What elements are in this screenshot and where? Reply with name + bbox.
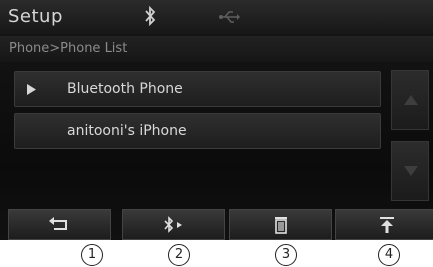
scroll-up-icon bbox=[404, 95, 418, 105]
scroll-down-button[interactable] bbox=[391, 141, 429, 201]
top-status-bar: Setup bbox=[0, 0, 433, 34]
bottom-button-bar bbox=[0, 209, 433, 240]
breadcrumb: Phone>Phone List bbox=[0, 36, 433, 62]
scroll-up-button[interactable] bbox=[391, 70, 429, 130]
list-item-label: Bluetooth Phone bbox=[67, 81, 183, 97]
scroll-down-icon bbox=[404, 166, 418, 176]
breadcrumb-text: Phone>Phone List bbox=[9, 41, 128, 56]
usb-icon bbox=[219, 11, 240, 23]
list-item-bluetooth-phone[interactable]: Bluetooth Phone bbox=[14, 71, 381, 107]
infotainment-screen: Setup Phone>Phone List Bluetooth Phone a… bbox=[0, 0, 433, 240]
back-button[interactable] bbox=[8, 209, 111, 240]
priority-button[interactable] bbox=[335, 209, 433, 240]
back-icon bbox=[49, 217, 67, 230]
bluetooth-connect-button[interactable] bbox=[122, 209, 225, 240]
callout-3: 3 bbox=[275, 244, 297, 266]
priority-up-icon bbox=[380, 217, 394, 233]
trash-icon bbox=[275, 217, 287, 234]
callout-1: 1 bbox=[81, 244, 103, 266]
callout-2: 2 bbox=[168, 244, 190, 266]
bluetooth-icon bbox=[145, 6, 156, 26]
callout-4: 4 bbox=[378, 244, 400, 266]
play-icon bbox=[27, 84, 36, 95]
bluetooth-connect-icon bbox=[164, 216, 182, 233]
list-item-phone[interactable]: anitooni's iPhone bbox=[14, 113, 381, 149]
delete-button[interactable] bbox=[229, 209, 332, 240]
screen-title: Setup bbox=[8, 6, 63, 27]
list-item-label: anitooni's iPhone bbox=[67, 123, 187, 139]
